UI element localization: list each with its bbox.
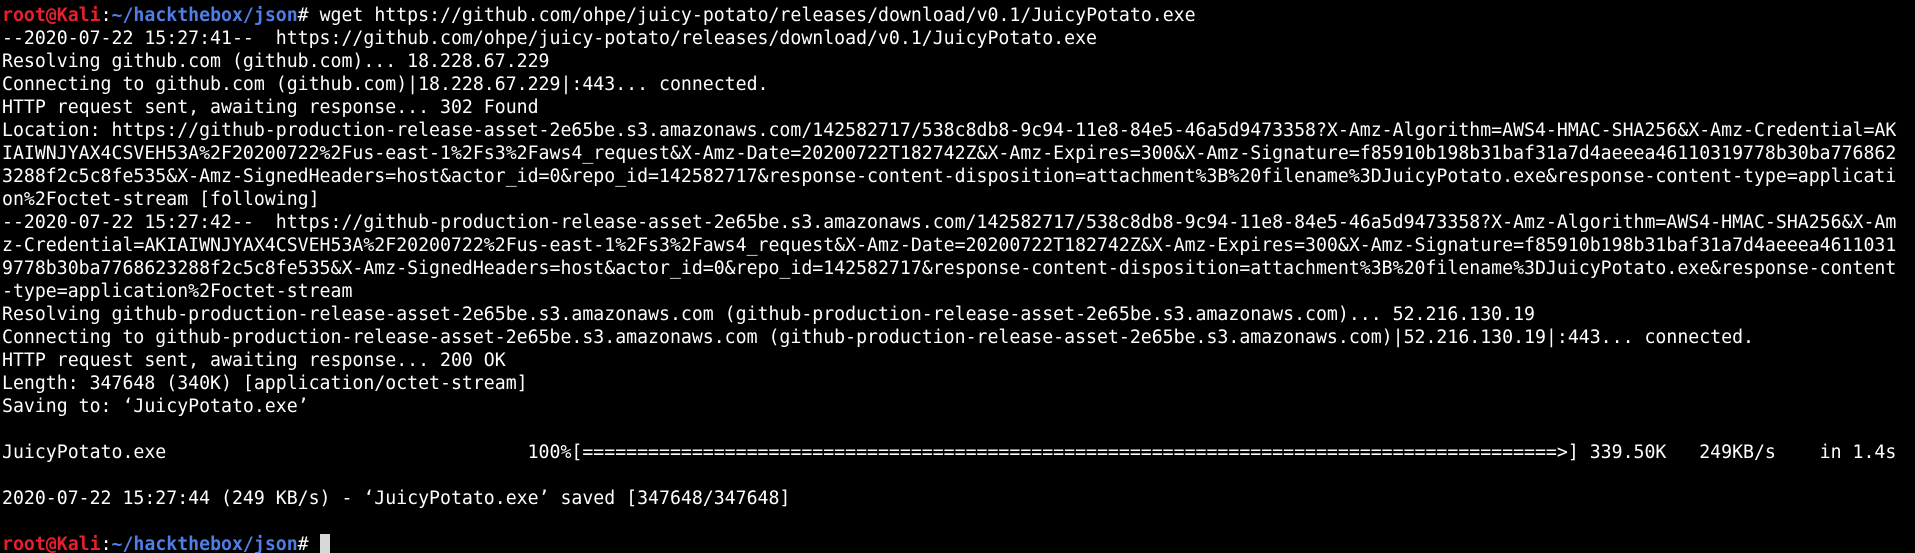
output-line: Connecting to github.com (github.com)|18… <box>2 74 769 95</box>
prompt-line: root@Kali:~/hackthebox/json# wget https:… <box>2 4 1915 27</box>
text-cursor <box>319 534 330 553</box>
prompt-symbol: # <box>297 5 320 26</box>
output-line: -type=application%2Foctet-stream <box>2 281 353 302</box>
output-line: z-Credential=AKIAIWNJYAX4CSVEH53A%2F2020… <box>2 235 1897 256</box>
prompt-separator: : <box>100 5 112 26</box>
output-line: Saving to: ‘JuicyPotato.exe’ <box>2 396 309 417</box>
output-line: Connecting to github-production-release-… <box>2 327 1754 348</box>
output-line: HTTP request sent, awaiting response... … <box>2 350 506 371</box>
prompt-user: root@Kali <box>2 534 101 553</box>
output-line: Resolving github.com (github.com)... 18.… <box>2 51 550 72</box>
output-line: Length: 347648 (340K) [application/octet… <box>2 373 528 394</box>
output-line: 2020-07-22 15:27:44 (249 KB/s) - ‘JuicyP… <box>2 488 791 509</box>
output-line: 9778b30ba7768623288f2c5c8fe535&X-Amz-Sig… <box>2 258 1897 279</box>
output-line: on%2Foctet-stream [following] <box>2 189 320 210</box>
progress-line: JuicyPotato.exe 100%[===================… <box>2 442 1897 463</box>
terminal-window[interactable]: root@Kali:~/hackthebox/json# wget https:… <box>0 0 1915 553</box>
prompt-path: ~/hackthebox/json <box>111 5 298 26</box>
prompt-separator: : <box>100 534 112 553</box>
output-line: HTTP request sent, awaiting response... … <box>2 97 539 118</box>
output-line: --2020-07-22 15:27:42-- https://github-p… <box>2 212 1897 233</box>
prompt-path: ~/hackthebox/json <box>111 534 298 553</box>
command-text: wget https://github.com/ohpe/juicy-potat… <box>319 5 1196 26</box>
prompt-line[interactable]: root@Kali:~/hackthebox/json# <box>2 533 1915 553</box>
output-line: Location: https://github-production-rele… <box>2 120 1897 141</box>
output-line: Resolving github-production-release-asse… <box>2 304 1535 325</box>
output-line: 3288f2c5c8fe535&X-Amz-SignedHeaders=host… <box>2 166 1897 187</box>
prompt-user: root@Kali <box>2 5 101 26</box>
output-line: IAIWNJYAX4CSVEH53A%2F20200722%2Fus-east-… <box>2 143 1897 164</box>
output-line: --2020-07-22 15:27:41-- https://github.c… <box>2 28 1097 49</box>
prompt-symbol: # <box>297 534 320 553</box>
